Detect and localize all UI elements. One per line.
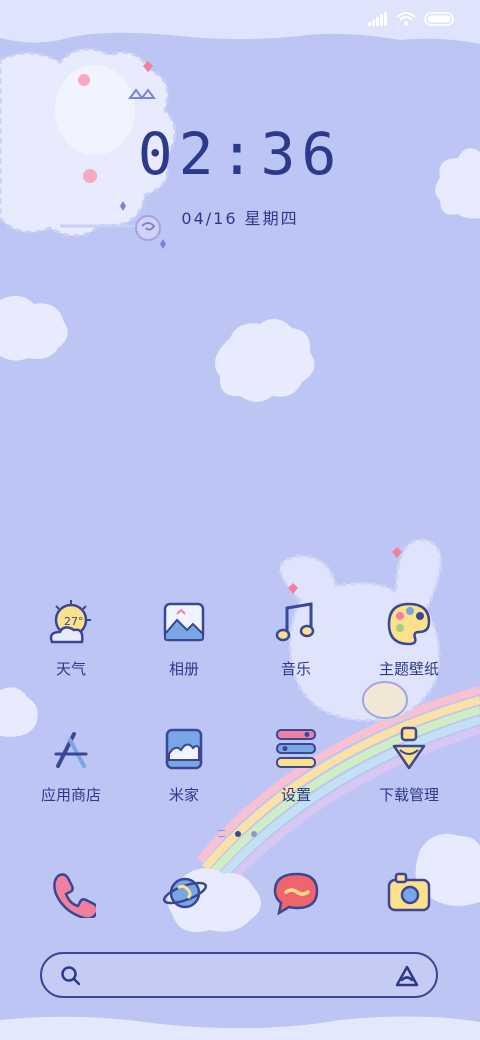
phone-icon[interactable]: [46, 868, 96, 918]
app-settings[interactable]: 设置: [246, 724, 346, 805]
app-themes[interactable]: 主题壁纸: [359, 598, 459, 679]
ai-assistant-icon[interactable]: [394, 964, 420, 988]
clock-date[interactable]: 04/16 星期四: [130, 205, 350, 229]
app-mijia[interactable]: 米家: [134, 724, 234, 805]
messages-icon[interactable]: [272, 868, 322, 918]
app-label: 米家: [168, 786, 199, 804]
clock-time[interactable]: 02:36: [120, 120, 360, 188]
page-indicator[interactable]: [218, 830, 257, 837]
app-gallery[interactable]: 相册: [134, 598, 234, 679]
weather-icon: 27°: [49, 600, 91, 644]
search-icon[interactable]: [60, 965, 82, 987]
search-bar[interactable]: [40, 952, 438, 998]
page-dot[interactable]: [251, 830, 257, 837]
app-label: 相册: [168, 660, 199, 678]
status-bar: [368, 12, 454, 26]
app-downloads[interactable]: 下载管理: [359, 724, 459, 805]
app-label: 设置: [280, 786, 311, 804]
music-icon: [275, 602, 315, 642]
mijia-icon: [165, 728, 203, 770]
page-indicator-menu[interactable]: [218, 830, 225, 837]
app-app-store[interactable]: 应用商店: [21, 724, 121, 805]
weather-temp: 27°: [64, 615, 84, 628]
gallery-icon: [163, 602, 205, 642]
app-label: 音乐: [280, 660, 311, 678]
battery-icon: [424, 12, 454, 26]
wifi-icon: [396, 12, 416, 26]
palette-icon: [387, 602, 431, 646]
camera-icon[interactable]: [384, 868, 434, 918]
app-label: 应用商店: [40, 786, 101, 804]
signal-icon: [368, 12, 387, 26]
app-music[interactable]: 音乐: [246, 598, 346, 679]
page-dot-active[interactable]: [235, 830, 241, 837]
app-label: 主题壁纸: [378, 660, 439, 678]
download-icon: [392, 726, 426, 770]
app-weather[interactable]: 27° 天气: [21, 598, 121, 679]
settings-icon: [276, 729, 316, 768]
app-store-icon: [54, 732, 88, 768]
app-label: 下载管理: [378, 786, 439, 804]
browser-icon[interactable]: [160, 868, 210, 918]
app-label: 天气: [55, 660, 86, 678]
